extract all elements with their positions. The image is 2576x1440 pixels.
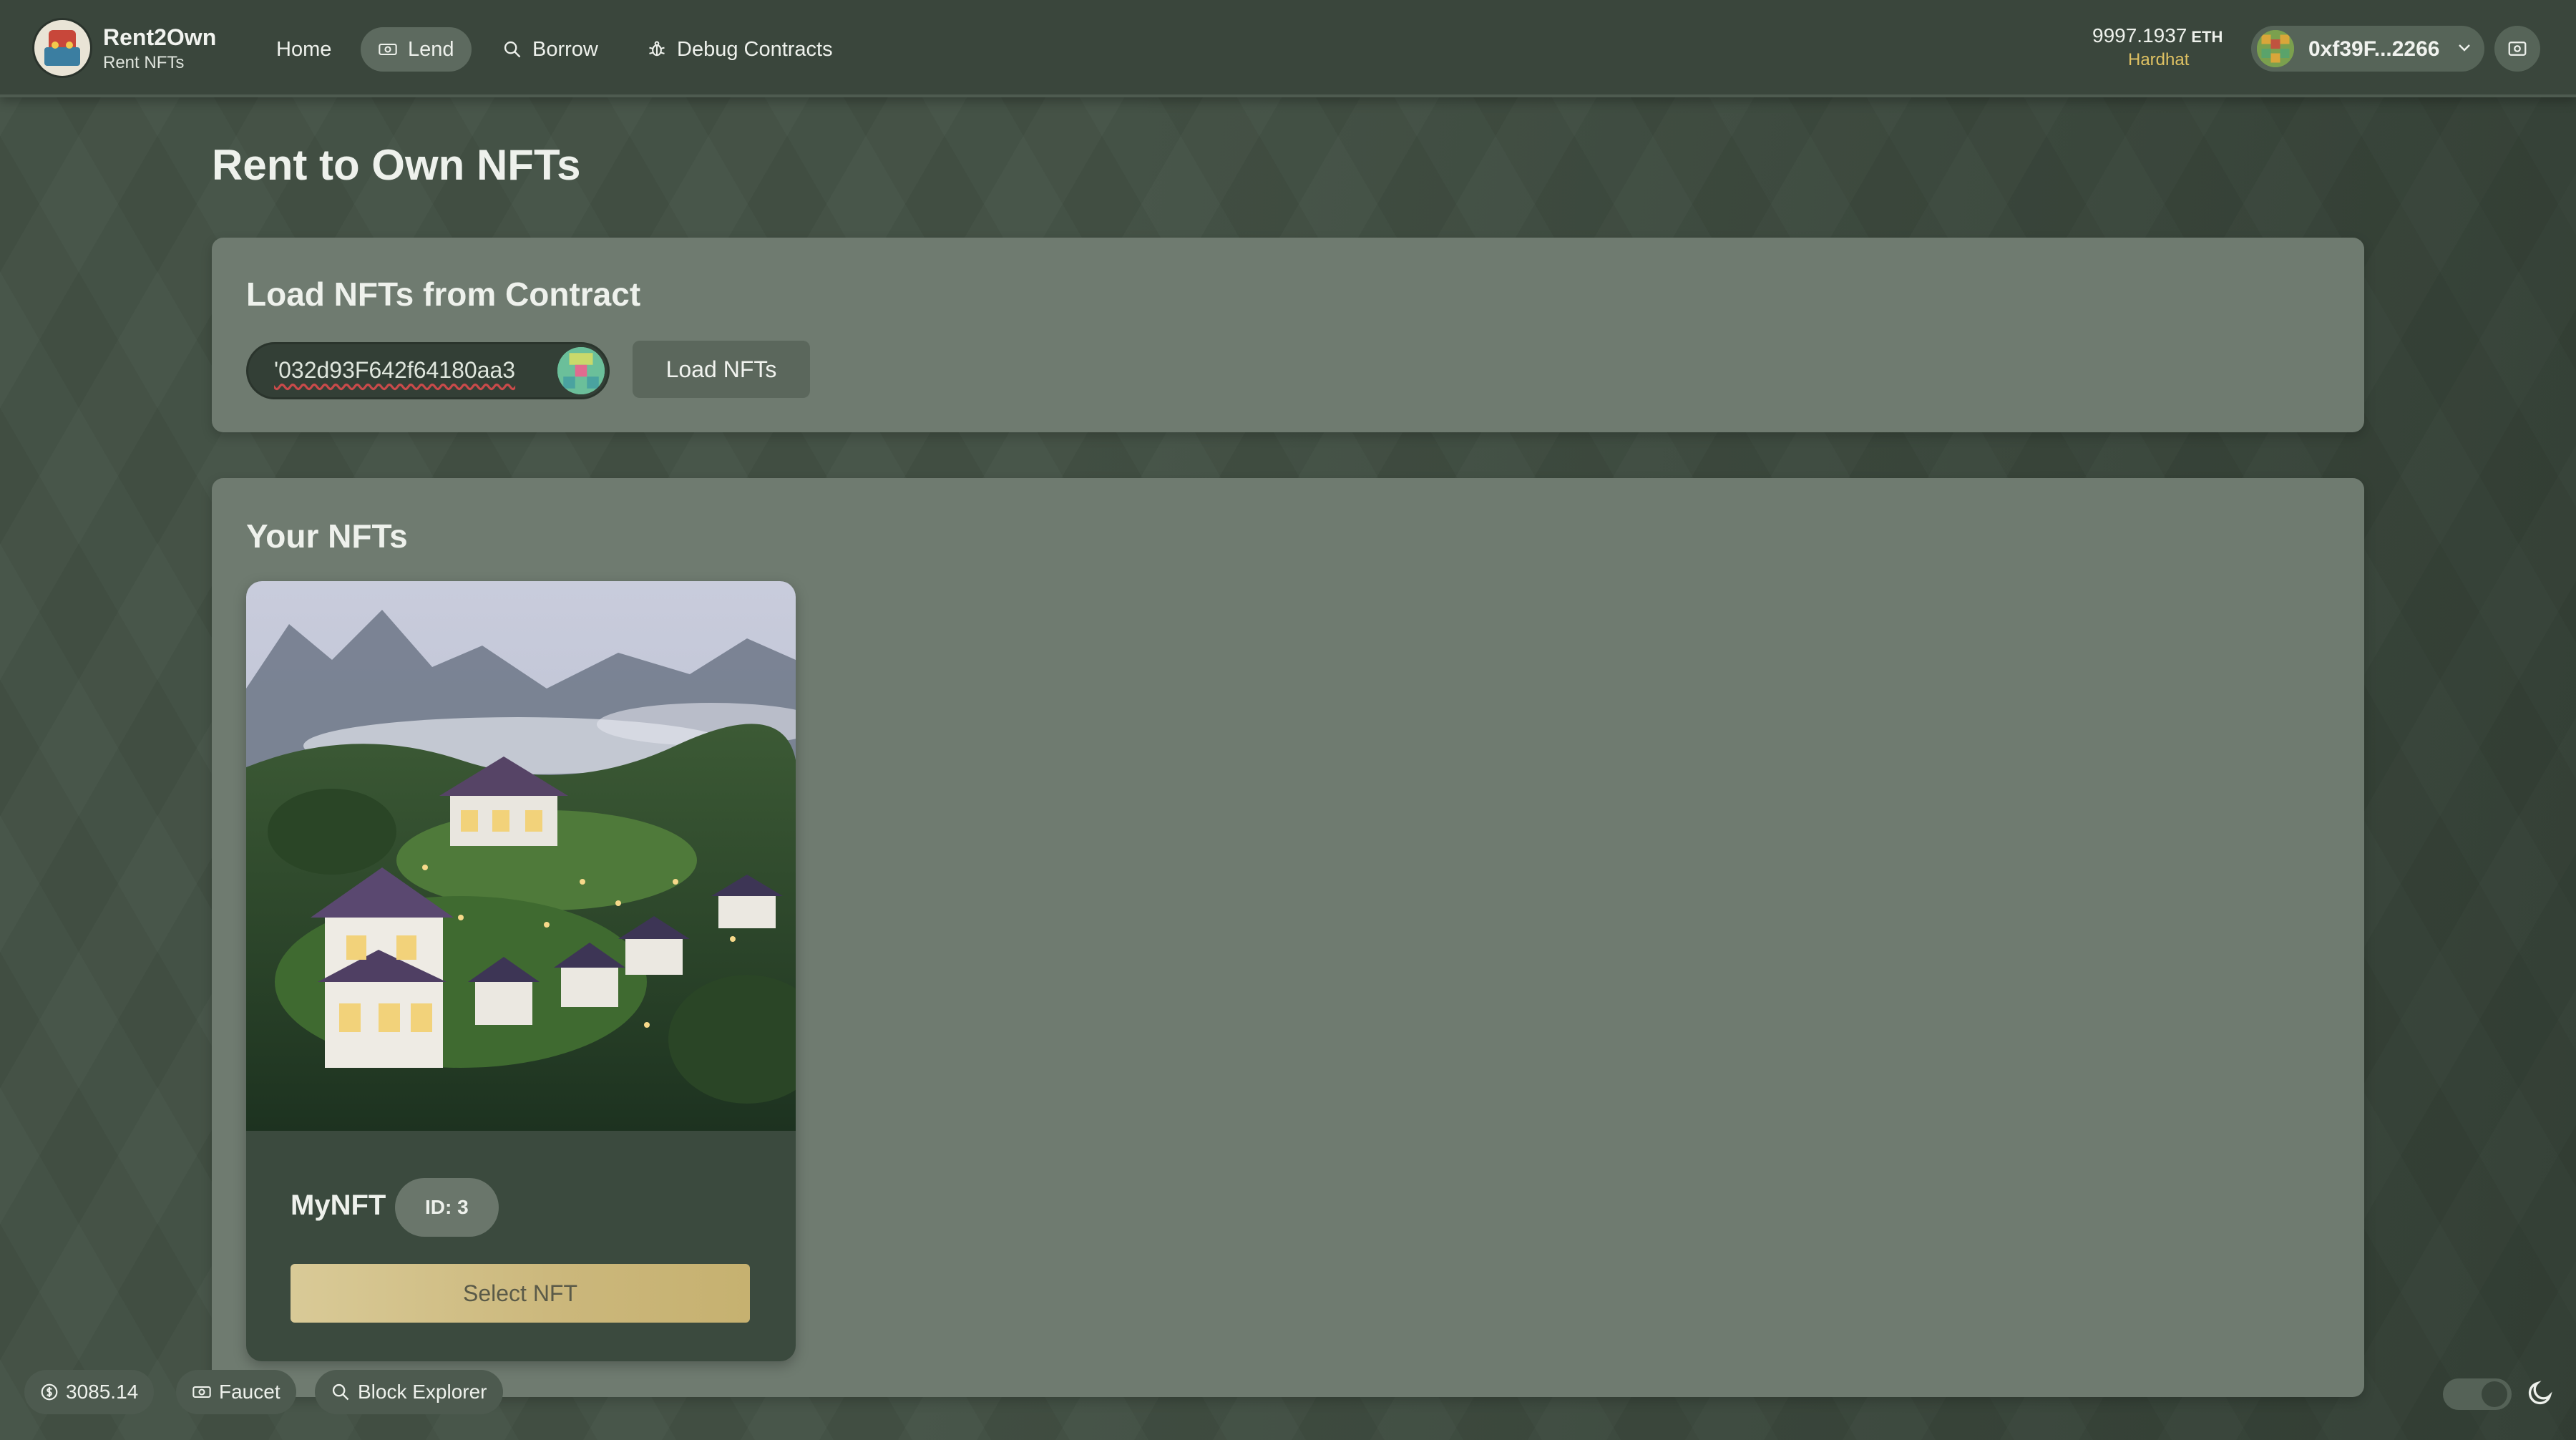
nav-lend[interactable]: Lend [361, 27, 472, 72]
theme-toggle-knob [2482, 1381, 2507, 1407]
theme-toggle[interactable] [2443, 1378, 2512, 1410]
nft-image[interactable] [246, 581, 796, 1131]
nft-card[interactable]: MyNFT ID: 3 Select NFT [246, 581, 796, 1361]
eth-price-value: 3085.14 [66, 1381, 139, 1403]
search-icon [504, 41, 521, 58]
page-title: Rent to Own NFTs [212, 141, 581, 189]
nav-debug-contracts[interactable]: Debug Contracts [630, 27, 850, 72]
brand-name[interactable]: Rent2Own [103, 24, 216, 51]
load-nfts-title: Load NFTs from Contract [246, 276, 641, 313]
eth-balance: 9997.1937 ETH [2092, 24, 2223, 47]
moon-icon [2528, 1381, 2552, 1405]
nav-borrow[interactable]: Borrow [485, 27, 615, 72]
nav-debug-label: Debug Contracts [677, 38, 833, 61]
address-blockie-icon [557, 347, 605, 394]
select-nft-button[interactable]: Select NFT [291, 1264, 750, 1323]
balance-currency: ETH [2191, 28, 2223, 46]
load-nfts-card: Load NFTs from Contract '032d93F642f6418… [212, 238, 2364, 432]
banknote-icon [192, 1386, 211, 1398]
network-name: Hardhat [2128, 50, 2190, 69]
balance-amount: 9997.1937 [2092, 24, 2187, 47]
qr-code-icon [2508, 42, 2527, 56]
dollar-icon [41, 1383, 58, 1401]
nav-borrow-label: Borrow [532, 38, 598, 61]
nft-id-badge: ID: 3 [395, 1178, 499, 1237]
qr-code-button[interactable] [2494, 26, 2540, 72]
bug-icon [649, 41, 665, 57]
wallet-account-button[interactable]: 0xf39F...2266 [2251, 26, 2484, 72]
block-explorer-label: Block Explorer [358, 1381, 487, 1403]
load-nfts-button[interactable]: Load NFTs [633, 341, 810, 398]
nft-name: MyNFT [291, 1190, 386, 1221]
search-icon [332, 1383, 349, 1401]
nav-home-label: Home [276, 38, 332, 61]
your-nfts-card: Your NFTs MyNFT ID: 3 Select NFT [212, 478, 2364, 1397]
faucet-button[interactable]: Faucet [176, 1370, 296, 1414]
nav-home[interactable]: Home [259, 27, 348, 72]
eth-price-badge: 3085.14 [24, 1370, 155, 1414]
your-nfts-title: Your NFTs [246, 517, 408, 555]
wallet-address: 0xf39F...2266 [2308, 37, 2440, 61]
top-nav-bar: Rent2Own Rent NFTs Home Lend Borrow Debu… [0, 0, 2576, 97]
chevron-down-icon [2459, 44, 2470, 52]
app-logo[interactable] [34, 20, 90, 76]
contract-address-input[interactable]: '032d93F642f64180aa3 [246, 342, 610, 399]
nav-lend-label: Lend [408, 38, 454, 61]
wallet-avatar [2257, 30, 2294, 67]
brand-subtitle: Rent NFTs [103, 53, 185, 72]
block-explorer-button[interactable]: Block Explorer [315, 1370, 503, 1414]
banknote-icon [379, 43, 397, 56]
contract-address-value: '032d93F642f64180aa3 [274, 357, 516, 383]
faucet-label: Faucet [219, 1381, 280, 1403]
